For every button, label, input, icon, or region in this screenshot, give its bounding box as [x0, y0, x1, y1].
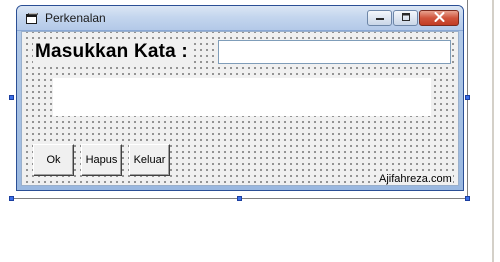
designer-scroll-edge: [492, 0, 494, 262]
close-button[interactable]: [419, 10, 459, 26]
keluar-button[interactable]: Keluar: [129, 144, 170, 176]
prompt-label: Masukkan Kata :: [33, 41, 190, 63]
output-label: [53, 78, 431, 116]
form-designer-canvas: Perkenalan Masukkan Kata: Ok Hapus Kelu…: [0, 0, 500, 262]
form-window-icon: [26, 12, 38, 24]
close-icon: [434, 9, 445, 27]
credit-label: Ajifahreza.com: [378, 173, 453, 185]
minimize-icon: [375, 9, 385, 27]
title-bar[interactable]: Perkenalan: [17, 6, 463, 31]
resize-grip-bottom[interactable]: [237, 196, 242, 201]
resize-grip-bottom-left[interactable]: [9, 196, 14, 201]
resize-grip-bottom-right[interactable]: [465, 196, 470, 201]
resize-grip-left[interactable]: [9, 95, 14, 100]
minimize-button[interactable]: [367, 10, 392, 26]
form-client-area: Masukkan Kata : Ok Hapus Keluar Ajifahre…: [21, 31, 459, 186]
ok-button[interactable]: Ok: [33, 144, 74, 176]
window-title: Perkenalan: [45, 11, 106, 25]
form-window: Perkenalan Masukkan Kata: Ok Hapus Kelu…: [16, 5, 464, 191]
word-input[interactable]: [218, 40, 451, 64]
maximize-button[interactable]: [393, 10, 418, 26]
hapus-button[interactable]: Hapus: [81, 144, 122, 176]
maximize-icon: [401, 9, 411, 27]
resize-grip-right[interactable]: [465, 95, 470, 100]
